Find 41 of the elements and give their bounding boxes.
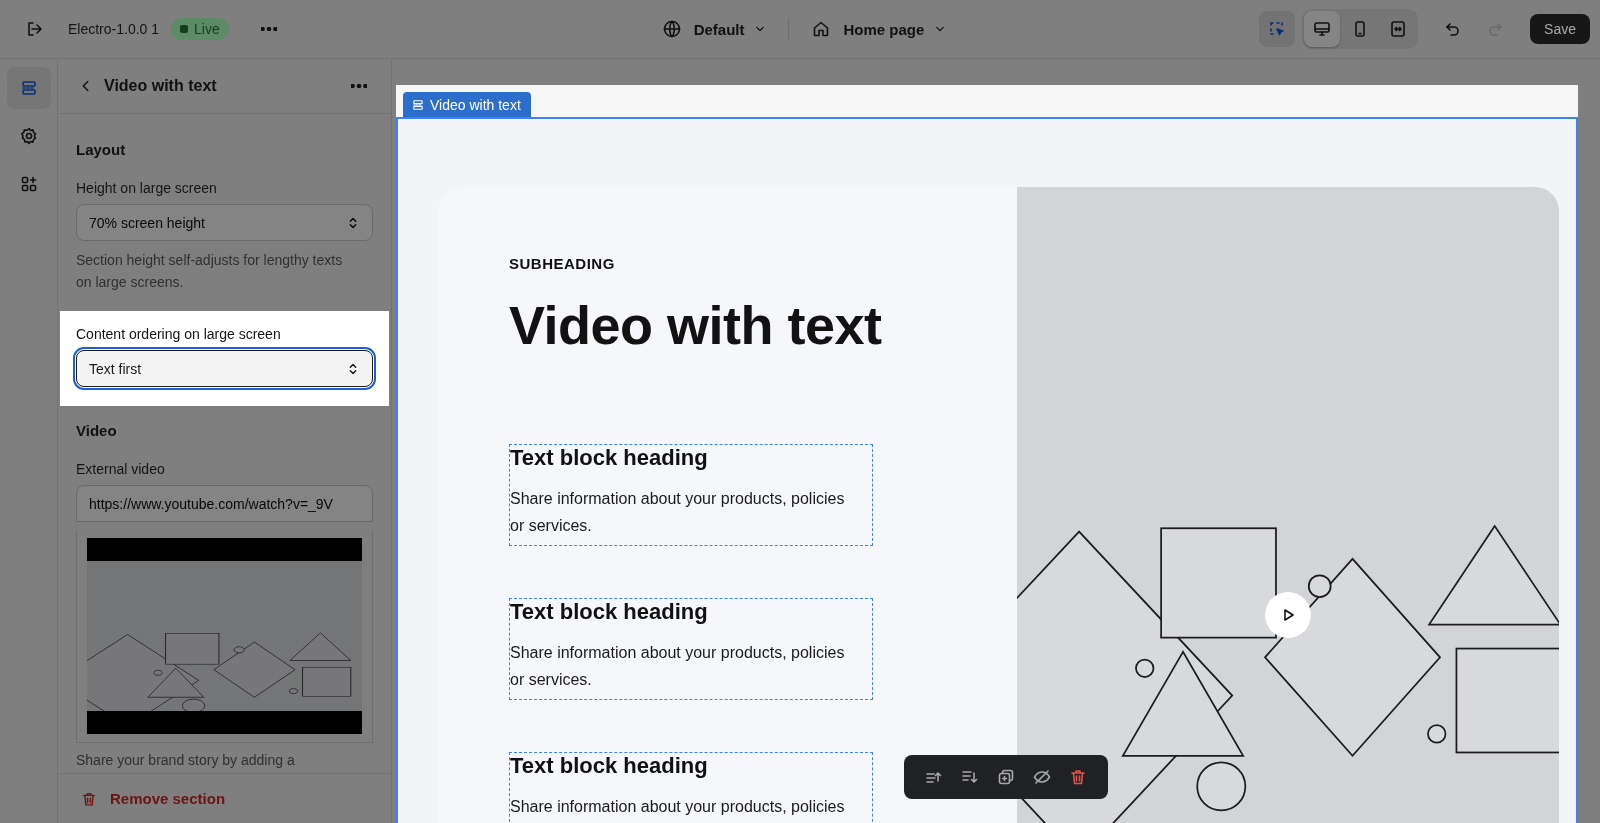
toolbar-button[interactable] xyxy=(996,767,1016,787)
sidebar-item[interactable] xyxy=(6,67,51,109)
section-heading: Layout xyxy=(76,141,127,158)
view-mode-button[interactable] xyxy=(1304,11,1341,47)
status-badge: Live xyxy=(171,18,229,40)
text-block-body: Share information about your products, policies or services. xyxy=(510,643,846,690)
text-block-body: Share information about your products, policies or services. xyxy=(510,489,846,536)
help-text: Share your brand story by adding a xyxy=(76,751,296,770)
eye-off-icon xyxy=(1032,767,1052,787)
more-icon xyxy=(260,27,277,31)
section-label: Video with text xyxy=(403,92,531,117)
theme-name: Electro-1.0.0 1 xyxy=(68,21,160,37)
save-button[interactable]: Save xyxy=(1530,14,1590,44)
more-icon xyxy=(351,84,367,88)
field-label: External video xyxy=(76,461,166,477)
help-text: Section height self-adjusts for lengthy texts on large screens. xyxy=(76,251,344,292)
globe-icon xyxy=(661,19,682,39)
text-block-heading: Text block heading xyxy=(510,445,709,471)
select-field[interactable]: 70% screen height xyxy=(76,204,373,241)
duplicate-icon xyxy=(996,767,1016,787)
text-block-body: Share information about your products, policies xyxy=(510,797,846,817)
section-heading: Video xyxy=(76,422,118,439)
settings-icon xyxy=(18,126,39,146)
field-label: Content ordering on large screen xyxy=(76,326,282,342)
select-field[interactable]: Text first xyxy=(76,350,373,387)
toolbar-button[interactable] xyxy=(1068,767,1088,787)
language-dropdown[interactable]: Default xyxy=(661,19,769,39)
toolbar-button[interactable] xyxy=(1032,767,1052,787)
input-field[interactable]: https://www.youtube.com/watch?v=_9V xyxy=(76,485,373,522)
text-block-heading: Text block heading xyxy=(510,753,709,779)
subheading: SUBHEADING xyxy=(509,255,616,272)
page-dropdown[interactable]: Home page xyxy=(811,19,949,39)
section-heading: Video with text xyxy=(509,294,883,356)
panel-title: Video with text xyxy=(104,77,218,95)
remove-section-button[interactable]: Remove section xyxy=(80,789,226,808)
field-label: Height on large screen xyxy=(76,180,218,196)
desktop-icon xyxy=(1312,19,1333,39)
inspector-button[interactable] xyxy=(1259,11,1296,47)
text-block-heading: Text block heading xyxy=(510,599,709,625)
delete-icon xyxy=(1068,767,1088,787)
sections-icon xyxy=(411,97,425,112)
